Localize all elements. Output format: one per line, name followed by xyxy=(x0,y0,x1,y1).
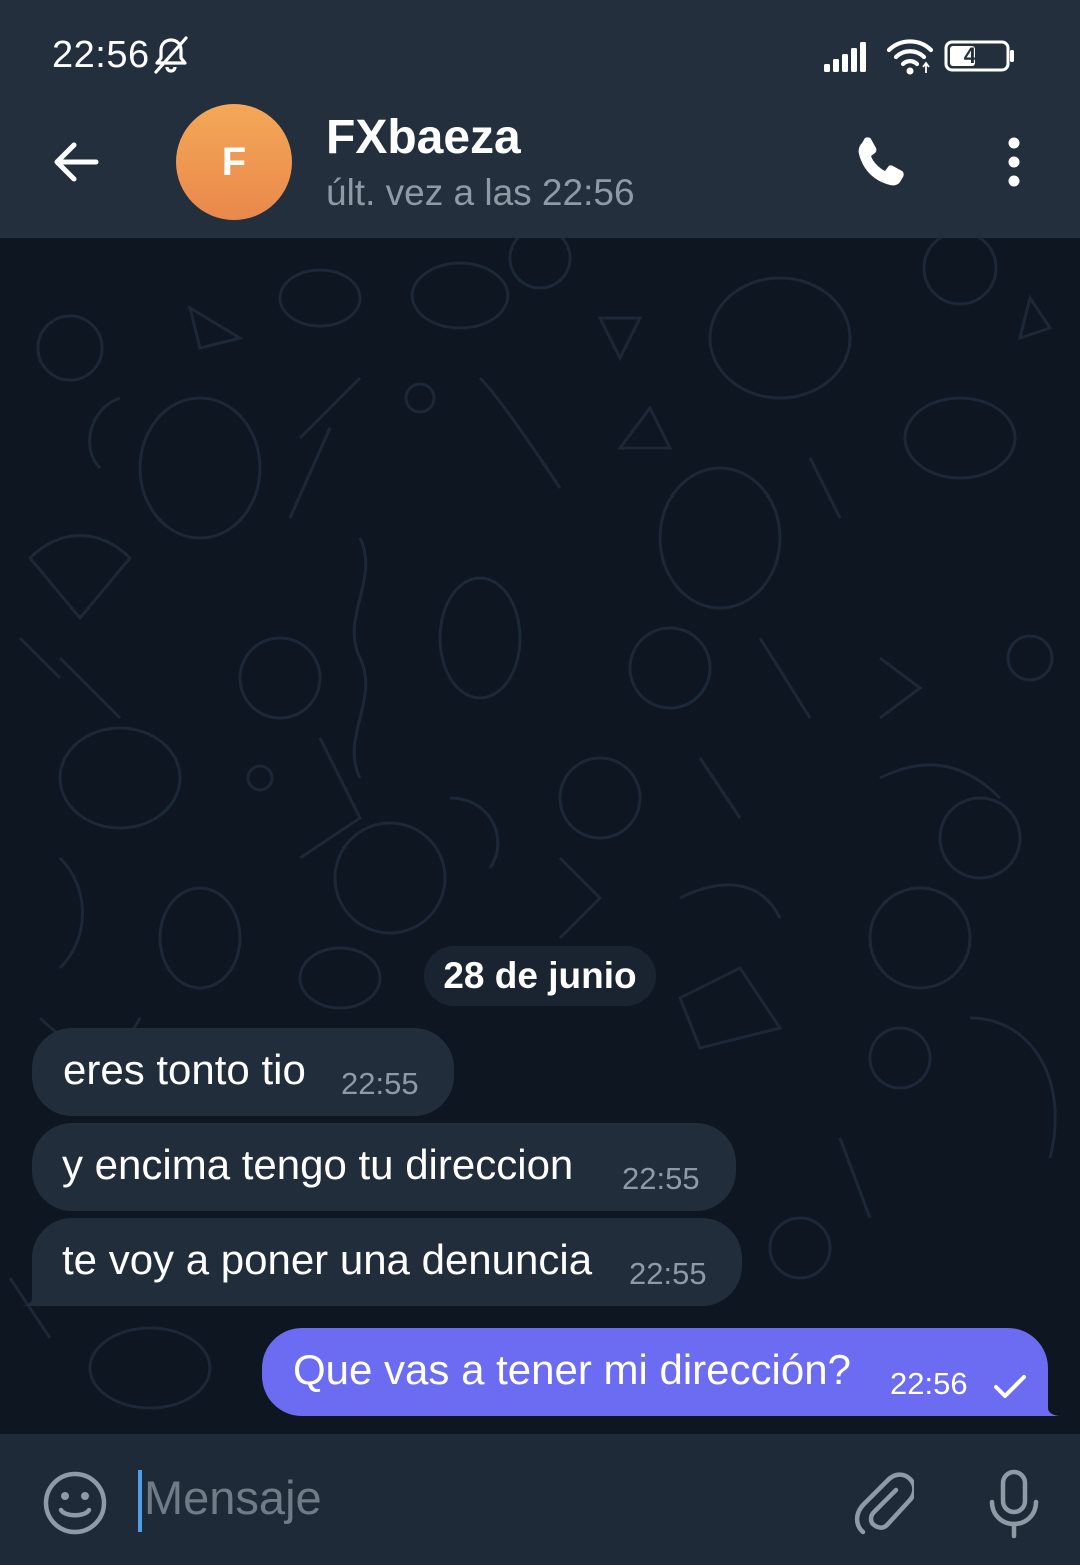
incoming-message[interactable]: y encima tengo tu direccion 22:55 xyxy=(32,1123,736,1211)
avatar[interactable]: F xyxy=(176,104,292,220)
incoming-message[interactable]: te voy a poner una denuncia 22:55 xyxy=(32,1218,742,1306)
status-time: 22:56 xyxy=(52,34,150,76)
more-vertical-icon[interactable] xyxy=(992,132,1036,192)
message-text: y encima tengo tu direccion xyxy=(62,1141,574,1188)
message-text: eres tonto tio xyxy=(63,1046,306,1093)
message-time: 22:56 xyxy=(890,1366,968,1401)
message-time: 22:55 xyxy=(629,1256,707,1291)
message-input[interactable]: Mensaje xyxy=(144,1470,322,1525)
message-text: te voy a poner una denuncia xyxy=(62,1236,593,1283)
phone-icon[interactable] xyxy=(852,132,912,192)
last-seen-status: últ. vez a las 22:56 xyxy=(326,172,635,213)
chat-area[interactable]: 28 de junio eres tonto tio 22:55 y encim… xyxy=(0,238,1080,1434)
contact-name[interactable]: FXbaeza xyxy=(326,110,521,165)
bubble-tail xyxy=(18,1276,46,1306)
attach-icon[interactable] xyxy=(850,1470,914,1538)
bell-muted-icon xyxy=(154,36,188,74)
chat-header: F FXbaeza últ. vez a las 22:56 xyxy=(0,100,1080,238)
battery-icon: 44 xyxy=(944,40,1016,72)
message-composer: Mensaje xyxy=(0,1434,1080,1565)
signal-icon xyxy=(824,42,866,72)
date-separator: 28 de junio xyxy=(424,946,656,1006)
incoming-message[interactable]: eres tonto tio 22:55 xyxy=(32,1028,454,1116)
message-text: Que vas a tener mi dirección? xyxy=(293,1346,851,1393)
outgoing-message[interactable]: Que vas a tener mi dirección? 22:56 xyxy=(262,1328,1048,1416)
message-time: 22:55 xyxy=(341,1066,419,1101)
back-arrow-icon[interactable] xyxy=(48,134,104,190)
status-bar: 22:56 44 xyxy=(0,0,1080,100)
microphone-icon[interactable] xyxy=(984,1468,1044,1540)
bubble-tail xyxy=(1034,1386,1062,1416)
battery-level: 44 xyxy=(963,43,989,68)
wifi-icon xyxy=(886,39,934,75)
emoji-icon[interactable] xyxy=(42,1470,108,1536)
message-time: 22:55 xyxy=(622,1161,700,1196)
text-caret xyxy=(138,1470,142,1532)
sent-check-icon xyxy=(994,1375,1026,1398)
